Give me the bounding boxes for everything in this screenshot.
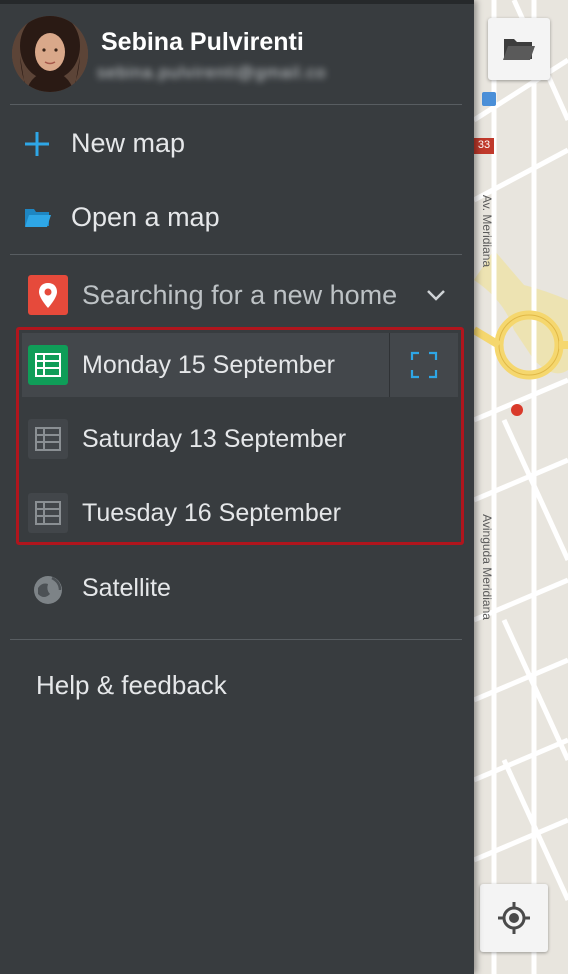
map-pin-icon <box>28 275 68 315</box>
spreadsheet-icon <box>28 345 68 385</box>
layer-item[interactable]: Saturday 13 September <box>22 407 458 471</box>
new-map-item[interactable]: New map <box>0 114 474 174</box>
satellite-icon <box>34 576 62 604</box>
layer-label: Saturday 13 September <box>82 425 347 453</box>
chevron-down-icon <box>427 290 445 301</box>
status-strip <box>0 0 474 4</box>
my-location-icon <box>498 902 530 934</box>
spreadsheet-icon <box>28 493 68 533</box>
layer-item[interactable]: Monday 15 September <box>22 333 458 397</box>
account-header[interactable]: Sebina Pulvirenti sebina.pulvirenti@gmai… <box>0 10 474 100</box>
road-number-badge: 33 <box>477 139 491 151</box>
divider <box>10 639 462 640</box>
spreadsheet-icon <box>28 419 68 459</box>
street-label: Avinguda Meridiana <box>480 514 494 620</box>
satellite-item[interactable]: Satellite <box>0 560 474 620</box>
avatar <box>12 16 88 92</box>
help-feedback-link[interactable]: Help & feedback <box>36 670 227 701</box>
satellite-label: Satellite <box>82 574 171 602</box>
user-email: sebina.pulvirenti@gmail.co <box>97 63 327 82</box>
layer-label: Monday 15 September <box>82 351 335 379</box>
layer-label: Tuesday 16 September <box>82 499 341 527</box>
open-map-button[interactable] <box>488 18 550 80</box>
open-map-item[interactable]: Open a map <box>0 188 474 248</box>
layer-item[interactable]: Tuesday 16 September <box>22 481 458 545</box>
folder-icon <box>25 209 51 227</box>
user-name: Sebina Pulvirenti <box>101 28 304 56</box>
expand-layer-button[interactable] <box>389 333 458 397</box>
expand-icon <box>410 351 438 379</box>
divider <box>10 104 462 105</box>
current-map-header[interactable]: Searching for a new home <box>0 266 474 324</box>
navigation-drawer: Sebina Pulvirenti sebina.pulvirenti@gmai… <box>0 0 474 974</box>
my-location-button[interactable] <box>480 884 548 952</box>
street-label: Av. Meridiana <box>480 194 494 268</box>
divider <box>10 254 462 255</box>
open-map-label: Open a map <box>71 202 220 232</box>
folder-icon <box>503 39 535 60</box>
map-view[interactable]: 33 Av. Meridiana Avinguda Meridiana <box>474 0 568 974</box>
map-title: Searching for a new home <box>82 280 398 310</box>
plus-icon <box>25 132 49 156</box>
new-map-label: New map <box>71 128 186 158</box>
